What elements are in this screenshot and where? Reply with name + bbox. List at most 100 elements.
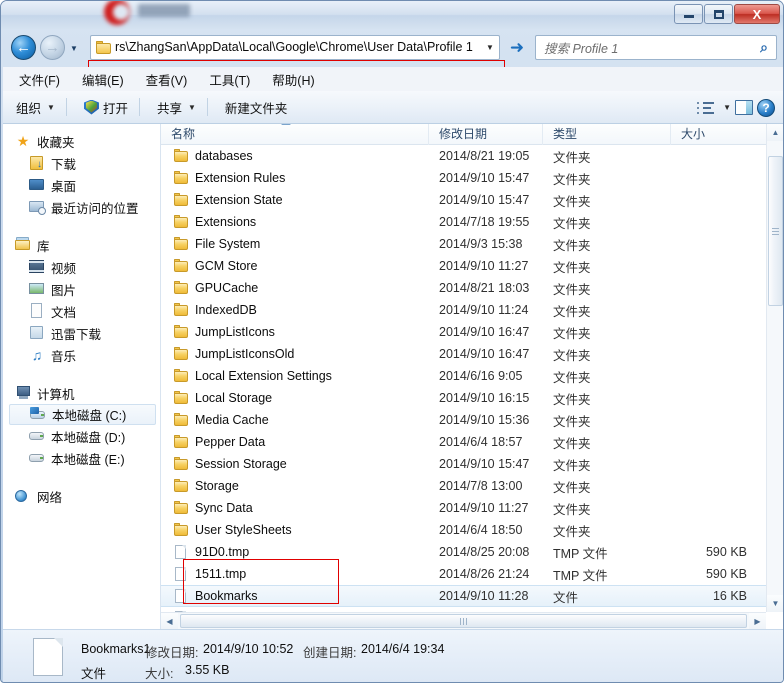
maximize-button[interactable] xyxy=(704,4,733,24)
go-button[interactable]: ➜ xyxy=(506,36,528,59)
history-dropdown-button[interactable]: ▼ xyxy=(69,43,79,53)
nav-header-libraries[interactable]: 库 xyxy=(3,234,160,256)
cell-type: 文件夹 xyxy=(553,194,591,209)
address-bar[interactable]: rs\ZhangSan\AppData\Local\Google\Chrome\… xyxy=(90,35,500,60)
preview-pane-icon[interactable] xyxy=(735,100,753,115)
scroll-right-button[interactable]: ▶ xyxy=(749,613,766,629)
table-row[interactable]: Local Storage 2014/9/10 16:15 文件夹 xyxy=(161,387,783,409)
back-button[interactable]: ← xyxy=(11,35,36,60)
file-name-text: Extensions xyxy=(195,215,257,229)
table-row[interactable]: Extension State 2014/9/10 15:47 文件夹 xyxy=(161,189,783,211)
scroll-up-button[interactable]: ▲ xyxy=(767,124,783,141)
detail-created-value: 2014/6/4 19:34 xyxy=(361,642,445,656)
menu-item-help[interactable]: 帮助(H) xyxy=(268,68,318,91)
nav-label: 桌面 xyxy=(51,179,77,194)
change-view-icon[interactable] xyxy=(695,99,717,117)
vertical-scrollbar-thumb[interactable] xyxy=(768,156,783,306)
help-icon[interactable]: ? xyxy=(757,98,775,117)
cell-name: GCM Store xyxy=(161,258,429,274)
cell-name: Extensions xyxy=(161,214,429,230)
column-header-type[interactable]: 类型 xyxy=(543,124,671,145)
table-row[interactable]: Media Cache 2014/9/10 15:36 文件夹 xyxy=(161,409,783,431)
table-row[interactable]: File System 2014/9/3 15:38 文件夹 xyxy=(161,233,783,255)
nav-item-desktop[interactable]: 桌面 xyxy=(3,174,160,196)
menu-item-edit[interactable]: 编辑(E) xyxy=(78,68,128,91)
table-row[interactable]: Storage 2014/7/8 13:00 文件夹 xyxy=(161,475,783,497)
nav-item-downloads[interactable]: ↓ 下载 xyxy=(3,152,160,174)
column-header-date-modified[interactable]: 修改日期 xyxy=(429,124,543,145)
nav-item-local-disk-d[interactable]: 本地磁盘 (D:) xyxy=(3,425,160,447)
file-icon xyxy=(173,566,189,582)
table-row[interactable]: User StyleSheets 2014/6/4 18:50 文件夹 xyxy=(161,519,783,541)
horizontal-scrollbar[interactable]: ◀ ▶ xyxy=(161,612,766,629)
nav-item-videos[interactable]: 视频 xyxy=(3,256,160,278)
close-button[interactable]: X xyxy=(734,4,780,24)
file-list-pane[interactable]: 名称 修改日期 类型 大小 databases 2014/8/21 19:05 文件… xyxy=(161,124,783,629)
table-row[interactable]: IndexedDB 2014/9/10 11:24 文件夹 xyxy=(161,299,783,321)
organize-button[interactable]: 组织 ▼ xyxy=(9,95,62,120)
navigation-pane[interactable]: ★ 收藏夹 ↓ 下载 桌面 最近访问的位置 库 视频 图片 文档 迅雷下载 ♫ … xyxy=(3,124,161,629)
nav-item-local-disk-e[interactable]: 本地磁盘 (E:) xyxy=(3,447,160,469)
folder-icon xyxy=(96,40,112,55)
folder-icon xyxy=(173,214,189,230)
forward-button[interactable]: → xyxy=(40,35,65,60)
table-row[interactable]: GCM Store 2014/9/10 11:27 文件夹 xyxy=(161,255,783,277)
scroll-left-button[interactable]: ◀ xyxy=(161,613,178,629)
folder-icon xyxy=(173,478,189,494)
new-folder-button[interactable]: 新建文件夹 xyxy=(218,95,295,120)
minimize-button[interactable] xyxy=(674,4,703,24)
table-row[interactable]: GPUCache 2014/8/21 18:03 文件夹 xyxy=(161,277,783,299)
open-button[interactable]: 打开 xyxy=(77,95,135,120)
cell-name: Local Storage xyxy=(161,390,429,406)
share-button[interactable]: 共享 ▼ xyxy=(150,95,203,120)
nav-item-local-disk-c[interactable]: 本地磁盘 (C:) xyxy=(9,404,156,425)
vertical-scrollbar[interactable]: ▲ ▼ xyxy=(766,124,783,612)
menu-item-file[interactable]: 文件(F) xyxy=(15,68,64,91)
table-row[interactable]: JumpListIcons 2014/9/10 16:47 文件夹 xyxy=(161,321,783,343)
menu-item-tools[interactable]: 工具(T) xyxy=(205,68,254,91)
nav-item-thunder-download[interactable]: 迅雷下载 xyxy=(3,322,160,344)
nav-header-computer[interactable]: 计算机 xyxy=(3,382,160,404)
table-row[interactable]: Extensions 2014/7/18 19:55 文件夹 xyxy=(161,211,783,233)
nav-header-network[interactable]: 网络 xyxy=(3,485,160,507)
table-row[interactable]: Local Extension Settings 2014/6/16 9:05 文件… xyxy=(161,365,783,387)
search-input[interactable]: 搜索 Profile 1 xyxy=(536,38,752,57)
nav-item-pictures[interactable]: 图片 xyxy=(3,278,160,300)
nav-item-recent-places[interactable]: 最近访问的位置 xyxy=(3,196,160,218)
table-row[interactable]: Session Storage 2014/9/10 15:47 文件夹 xyxy=(161,453,783,475)
table-row[interactable]: databases 2014/8/21 19:05 文件夹 xyxy=(161,145,783,167)
menu-item-view[interactable]: 查看(V) xyxy=(142,68,192,91)
table-row[interactable]: 1511.tmp 2014/8/26 21:24 TMP 文件 590 KB xyxy=(161,563,783,585)
library-icon xyxy=(15,237,31,253)
column-header-size[interactable]: 大小 xyxy=(671,124,765,145)
table-row[interactable]: Pepper Data 2014/6/4 18:57 文件夹 xyxy=(161,431,783,453)
column-label: 名称 xyxy=(171,127,196,141)
drive-icon xyxy=(29,450,45,466)
cell-type: 文件夹 xyxy=(553,260,591,275)
folder-icon xyxy=(173,192,189,208)
content-area: ★ 收藏夹 ↓ 下载 桌面 最近访问的位置 库 视频 图片 文档 迅雷下载 ♫ … xyxy=(3,124,783,629)
folder-icon xyxy=(173,500,189,516)
cell-date-modified: 2014/8/21 19:05 xyxy=(439,149,530,163)
column-header-name[interactable]: 名称 xyxy=(161,124,429,145)
nav-item-music[interactable]: ♫ 音乐 xyxy=(3,344,160,366)
file-list-rows[interactable]: databases 2014/8/21 19:05 文件夹 Extension Rul… xyxy=(161,145,783,629)
table-row[interactable]: Bookmarks 2014/9/10 11:28 文件 16 KB xyxy=(161,585,783,607)
table-row[interactable]: 91D0.tmp 2014/8/25 20:08 TMP 文件 590 KB xyxy=(161,541,783,563)
nav-item-documents[interactable]: 文档 xyxy=(3,300,160,322)
cell-date-modified: 2014/9/10 15:47 xyxy=(439,457,530,471)
cell-date-modified: 2014/9/10 11:24 xyxy=(439,303,529,317)
file-name-text: GCM Store xyxy=(195,259,258,273)
cell-type: 文件夹 xyxy=(553,172,591,187)
chevron-down-icon[interactable]: ▼ xyxy=(481,43,499,52)
table-row[interactable]: JumpListIconsOld 2014/9/10 16:47 文件夹 xyxy=(161,343,783,365)
search-box[interactable]: 搜索 Profile 1 ⌕ xyxy=(535,35,777,60)
chevron-down-icon[interactable]: ▼ xyxy=(723,103,731,112)
nav-header-favorites[interactable]: ★ 收藏夹 xyxy=(3,130,160,152)
table-row[interactable]: Sync Data 2014/9/10 11:27 文件夹 xyxy=(161,497,783,519)
horizontal-scrollbar-thumb[interactable] xyxy=(180,614,747,628)
file-name-text: 1511.tmp xyxy=(195,567,247,581)
scroll-down-button[interactable]: ▼ xyxy=(767,595,783,612)
table-row[interactable]: Extension Rules 2014/9/10 15:47 文件夹 xyxy=(161,167,783,189)
